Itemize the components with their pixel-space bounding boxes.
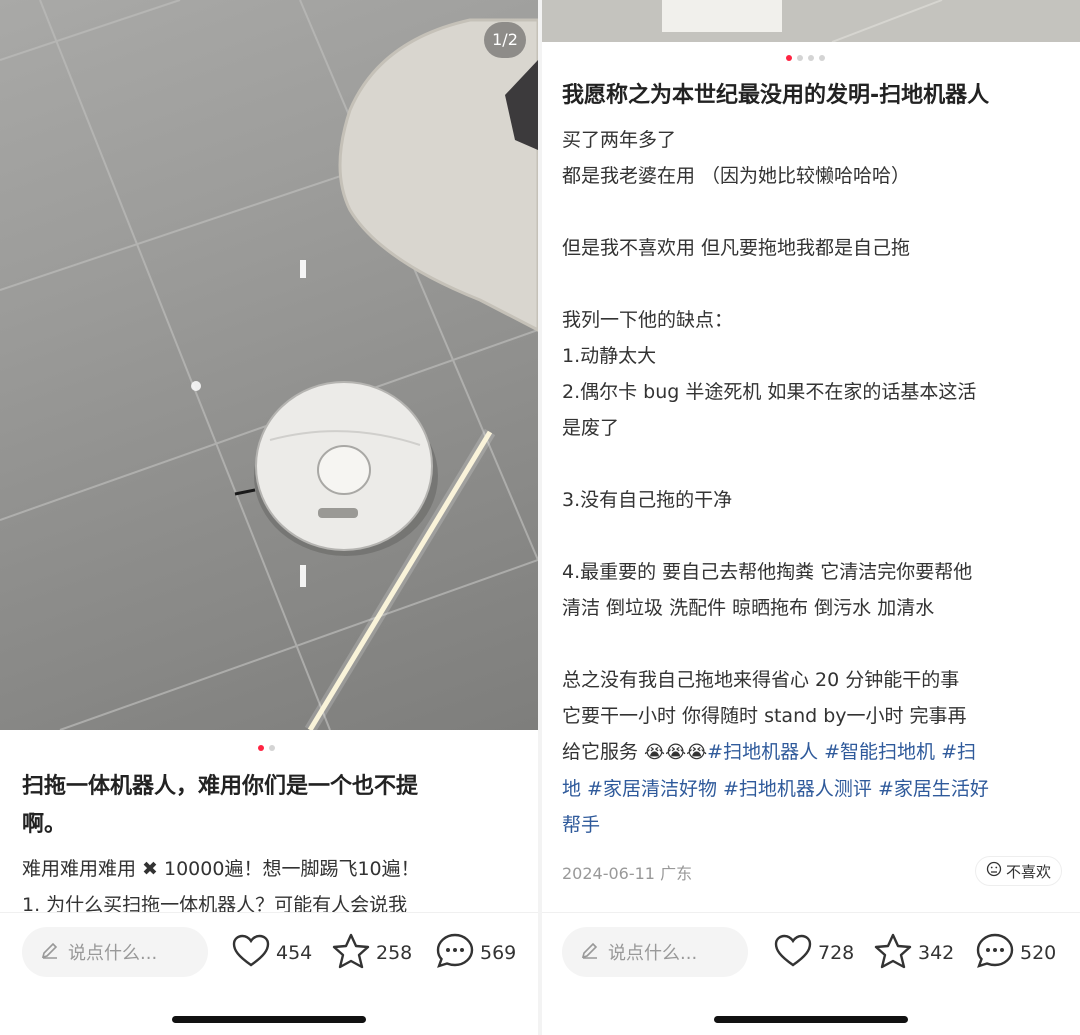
image-page-counter: 1/2 — [484, 22, 526, 58]
comment-bubble-icon — [976, 933, 1014, 974]
comment-button[interactable]: 520 — [976, 933, 1056, 973]
carousel-dot — [808, 55, 814, 61]
post-title-line: 啊。 — [22, 812, 67, 837]
post-body-line: 它要干一小时 你得随时 stand by一小时 完事再 — [562, 705, 967, 727]
post-meta: 2024-06-11 广东 不喜欢 — [562, 856, 1062, 886]
right-post-panel: 我愿称之为本世纪最没用的发明-扫地机器人 买了两年多了 都是我老婆在用 （因为她… — [542, 0, 1080, 1035]
post-body-text: 给它服务 — [562, 741, 645, 763]
post-body-line: 但是我不喜欢用 但凡要拖地我都是自己拖 — [562, 237, 911, 259]
carousel-dot-active — [258, 745, 264, 751]
post-body-line: 我列一下他的缺点： — [562, 309, 734, 331]
heart-icon — [232, 934, 270, 973]
comment-placeholder: 说点什么... — [68, 943, 158, 964]
home-indicator — [714, 1016, 908, 1023]
comment-input[interactable]: 说点什么... — [22, 927, 208, 977]
comment-count: 569 — [480, 942, 517, 964]
like-button[interactable]: 728 — [774, 933, 854, 973]
star-icon — [332, 933, 370, 974]
home-indicator — [172, 1016, 366, 1023]
carousel-dot — [819, 55, 825, 61]
dislike-button[interactable]: 不喜欢 — [974, 856, 1062, 886]
comment-input[interactable]: 说点什么... — [562, 927, 748, 977]
post-title: 扫拖一体机器人，难用你们是一个也不提 啊。 — [22, 768, 522, 844]
carousel-dot-active — [786, 55, 792, 61]
post-body-line-with-tags: 给它服务 😭😭😭#扫地机器人 #智能扫地机 #扫 — [562, 734, 1072, 771]
photo-strip-image — [542, 0, 1080, 42]
heart-icon — [774, 934, 812, 973]
favorite-button[interactable]: 258 — [332, 933, 412, 973]
robot-vacuum-photo — [0, 0, 538, 730]
comment-count: 520 — [1020, 942, 1057, 964]
post-date-location: 2024-06-11 广东 — [562, 864, 693, 883]
post-body-line: 4.最重要的 要自己去帮他掏粪 它清洁完你要帮他 — [562, 561, 973, 583]
like-button[interactable]: 454 — [232, 933, 312, 973]
like-count: 454 — [276, 942, 313, 964]
post-body-line: 都是我老婆在用 （因为她比较懒哈哈哈） — [562, 165, 911, 187]
post-title: 我愿称之为本世纪最没用的发明-扫地机器人 — [562, 83, 990, 108]
left-post-panel: 1/2 扫拖一体机器人，难用你们是一个也不提 啊。 难用难用难用 ✖ 10000… — [0, 0, 538, 1035]
post-body-line: 1.动静太大 — [562, 345, 657, 367]
comment-button[interactable]: 569 — [436, 933, 516, 973]
dislike-label: 不喜欢 — [1005, 862, 1051, 881]
post-body-line: 买了两年多了 — [562, 129, 677, 151]
hashtag-links[interactable]: 地 #家居清洁好物 #扫地机器人测评 #家居生活好 — [562, 771, 1072, 807]
post-body-line: 是废了 — [562, 417, 620, 439]
favorite-count: 342 — [918, 942, 955, 964]
pencil-icon — [40, 940, 60, 965]
favorite-count: 258 — [376, 942, 413, 964]
post-body-line: 清洁 倒垃圾 洗配件 晾晒拖布 倒污水 加清水 — [562, 597, 935, 619]
hashtag-links[interactable]: #扫地机器人 #智能扫地机 #扫 — [707, 741, 976, 763]
star-icon — [874, 933, 912, 974]
carousel-dots — [786, 55, 825, 61]
post-body-line: 难用难用难用 ✖ 10000遍！想一脚踢飞10遍！ — [22, 858, 420, 880]
comment-bubble-icon — [436, 933, 474, 974]
like-count: 728 — [818, 942, 855, 964]
post-body-line: 3.没有自己拖的干净 — [562, 489, 733, 511]
post-body-line: 总之没有我自己拖地来得省心 20 分钟能干的事 — [562, 669, 960, 691]
post-title-line: 扫拖一体机器人，难用你们是一个也不提 — [22, 774, 419, 799]
carousel-dot — [269, 745, 275, 751]
post-photo-robot-vacuum[interactable]: 1/2 — [0, 0, 538, 730]
post-body: 买了两年多了 都是我老婆在用 （因为她比较懒哈哈哈） 但是我不喜欢用 但凡要拖地… — [562, 122, 1072, 843]
carousel-dot — [797, 55, 803, 61]
post-body-line: 2.偶尔卡 bug 半途死机 如果不在家的话基本这活 — [562, 381, 977, 403]
crying-emoji-icon: 😭😭😭 — [644, 742, 708, 763]
dislike-face-icon — [986, 861, 1002, 881]
carousel-dots — [258, 745, 275, 751]
favorite-button[interactable]: 342 — [874, 933, 954, 973]
comment-placeholder: 说点什么... — [608, 943, 698, 964]
post-photo-strip[interactable] — [542, 0, 1080, 42]
hashtag-links[interactable]: 帮手 — [562, 807, 1072, 843]
pencil-icon — [580, 940, 600, 965]
